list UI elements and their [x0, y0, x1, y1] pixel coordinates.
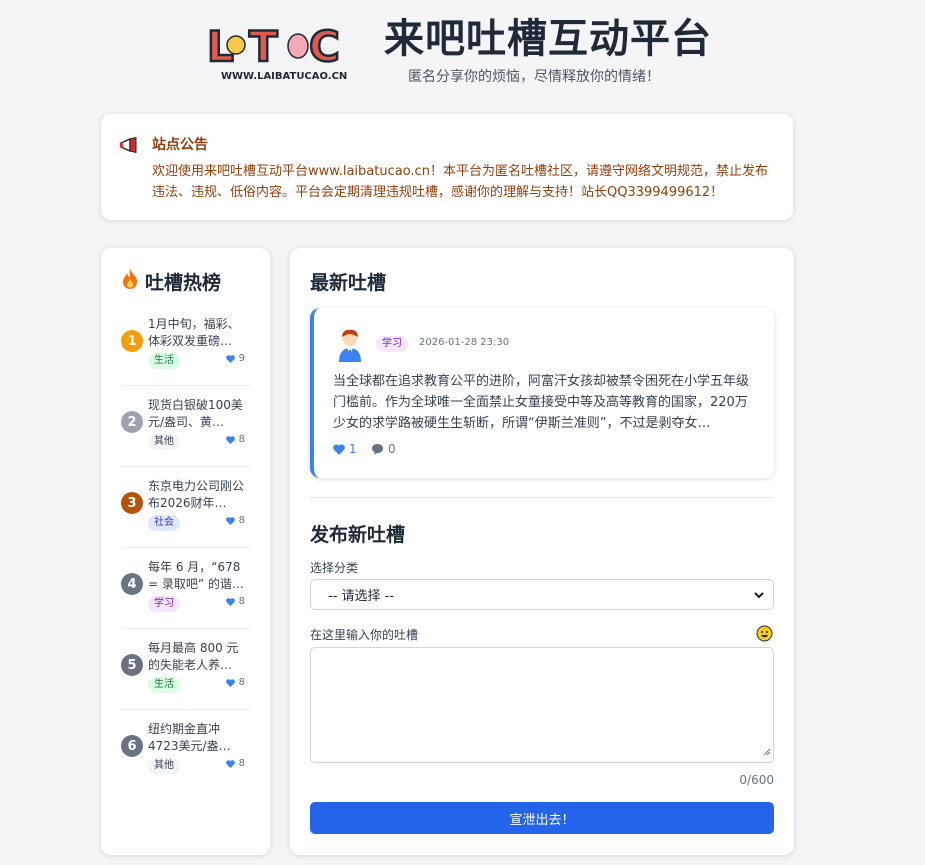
like-button[interactable]: 1: [333, 442, 357, 456]
site-subtitle: 匿名分享你的烦恼，尽情释放你的情绪！: [408, 69, 660, 85]
likes-count: 9: [238, 353, 245, 364]
category-tag: 其他: [148, 434, 180, 450]
category-tag: 其他: [148, 758, 180, 774]
hot-item-text: 现货白银破100美元/盎司、黄…: [148, 398, 243, 429]
heart-icon: [225, 678, 235, 687]
site-header: L T C WWW.LAIBATUCAO.CN 来吧吐槽互动平台 匿名分享你的烦…: [0, 0, 925, 100]
hot-item[interactable]: 2 现货白银破100美元/盎司、黄… 其他 8: [121, 397, 251, 467]
rank-badge: 2: [121, 411, 143, 433]
rank-badge: 3: [121, 492, 143, 514]
hot-item[interactable]: 4 每年 6 月，“678 = 录取吧” 的谐… 学习 8: [121, 559, 251, 629]
hot-item-text: 每月最高 800 元的失能老人养…: [148, 641, 239, 672]
hot-item-likes: 8: [225, 677, 245, 688]
rank-badge: 6: [121, 735, 143, 757]
likes-count: 8: [238, 515, 245, 526]
likes-count: 8: [238, 677, 245, 688]
notice-title: 站点公告: [152, 137, 208, 153]
heart-icon: [225, 597, 235, 606]
latest-title: 最新吐槽: [310, 272, 387, 294]
heart-icon: [225, 516, 235, 525]
emoji-picker-icon[interactable]: [756, 625, 773, 642]
post-text: 当全球都在追求教育公平的进阶，阿富汗女孩却被禁令困死在小学五年级门槛前。作为全球…: [333, 374, 750, 431]
likes-count: 8: [238, 596, 245, 607]
hot-ranking-title: 吐槽热榜: [121, 268, 221, 295]
category-label: 选择分类: [310, 561, 359, 575]
content-textarea[interactable]: [310, 647, 774, 763]
content-label: 在这里输入你的吐槽: [310, 628, 419, 642]
hot-item-text: 每年 6 月，“678 = 录取吧” 的谐…: [148, 560, 244, 591]
divider: [310, 497, 774, 498]
rank-badge: 5: [121, 654, 143, 676]
category-tag: 生活: [148, 677, 180, 693]
notice-text: 欢迎使用来吧吐槽互动平台www.laibatucao.cn！本平台为匿名吐槽社区…: [152, 164, 768, 200]
category-select[interactable]: -- 请选择 --: [310, 579, 774, 610]
site-logo[interactable]: L T C WWW.LAIBATUCAO.CN: [191, 13, 356, 87]
avatar: [336, 328, 364, 362]
hot-item-likes: 9: [225, 353, 245, 364]
heart-icon: [225, 435, 235, 444]
hot-ranking-panel: 吐槽热榜 1 1月中旬，福彩、体彩双发重磅… 生活 9 2 现货白银破100美元…: [101, 248, 270, 855]
svg-text:C: C: [309, 22, 340, 71]
svg-text:T: T: [249, 22, 278, 71]
like-count: 1: [349, 442, 357, 456]
rank-badge: 1: [121, 330, 143, 352]
char-counter: 0/600: [739, 773, 774, 787]
compose-title: 发布新吐槽: [310, 524, 406, 546]
category-tag: 学习: [148, 596, 180, 612]
heart-icon: [333, 443, 345, 455]
post-time: 2026-01-28 23:30: [419, 337, 510, 348]
hot-item-text: 1月中旬，福彩、体彩双发重磅…: [148, 317, 240, 348]
comment-icon: [372, 444, 383, 455]
category-tag: 生活: [148, 353, 180, 369]
hot-item-likes: 8: [225, 434, 245, 445]
category-tag: 社会: [148, 515, 180, 531]
chevron-down-icon: [753, 589, 765, 605]
heart-icon: [225, 759, 235, 768]
post-category-tag: 学习: [376, 336, 408, 352]
hot-item[interactable]: 6 纽约期金直冲4723美元/盎… 其他 8: [121, 721, 251, 791]
submit-button[interactable]: 宣泄出去！: [310, 802, 774, 834]
comment-count: 0: [388, 442, 396, 456]
hot-item-likes: 8: [225, 758, 245, 769]
resize-handle-icon[interactable]: [762, 741, 771, 760]
notice-card: 站点公告 欢迎使用来吧吐槽互动平台www.laibatucao.cn！本平台为匿…: [101, 114, 793, 220]
hot-item[interactable]: 3 东京电力公司刚公布2026财年… 社会 8: [121, 478, 251, 548]
fire-icon: [121, 268, 139, 295]
hot-item-text: 东京电力公司刚公布2026财年…: [148, 479, 245, 510]
post-card[interactable]: 学习 2026-01-28 23:30 当全球都在追求教育公平的进阶，阿富汗女孩…: [310, 308, 774, 478]
hot-item-likes: 8: [225, 596, 245, 607]
rank-badge: 4: [121, 573, 143, 595]
hot-ranking-label: 吐槽热榜: [145, 272, 222, 294]
category-select-value: -- 请选择 --: [328, 589, 395, 604]
heart-icon: [225, 354, 235, 363]
hot-item-text: 纽约期金直冲4723美元/盎…: [148, 722, 231, 753]
likes-count: 8: [238, 434, 245, 445]
hot-item[interactable]: 5 每月最高 800 元的失能老人养… 生活 8: [121, 640, 251, 710]
megaphone-icon: [119, 136, 139, 157]
comment-button[interactable]: 0: [371, 442, 396, 456]
logo-url-text: WWW.LAIBATUCAO.CN: [221, 71, 347, 82]
main-panel: 最新吐槽 学习 2026-01-28 23:30 当全球都在追求教育公平的进阶，…: [290, 248, 794, 855]
hot-item-likes: 8: [225, 515, 245, 526]
hot-item[interactable]: 1 1月中旬，福彩、体彩双发重磅… 生活 9: [121, 316, 251, 386]
site-title: 来吧吐槽互动平台: [384, 16, 712, 62]
likes-count: 8: [238, 758, 245, 769]
